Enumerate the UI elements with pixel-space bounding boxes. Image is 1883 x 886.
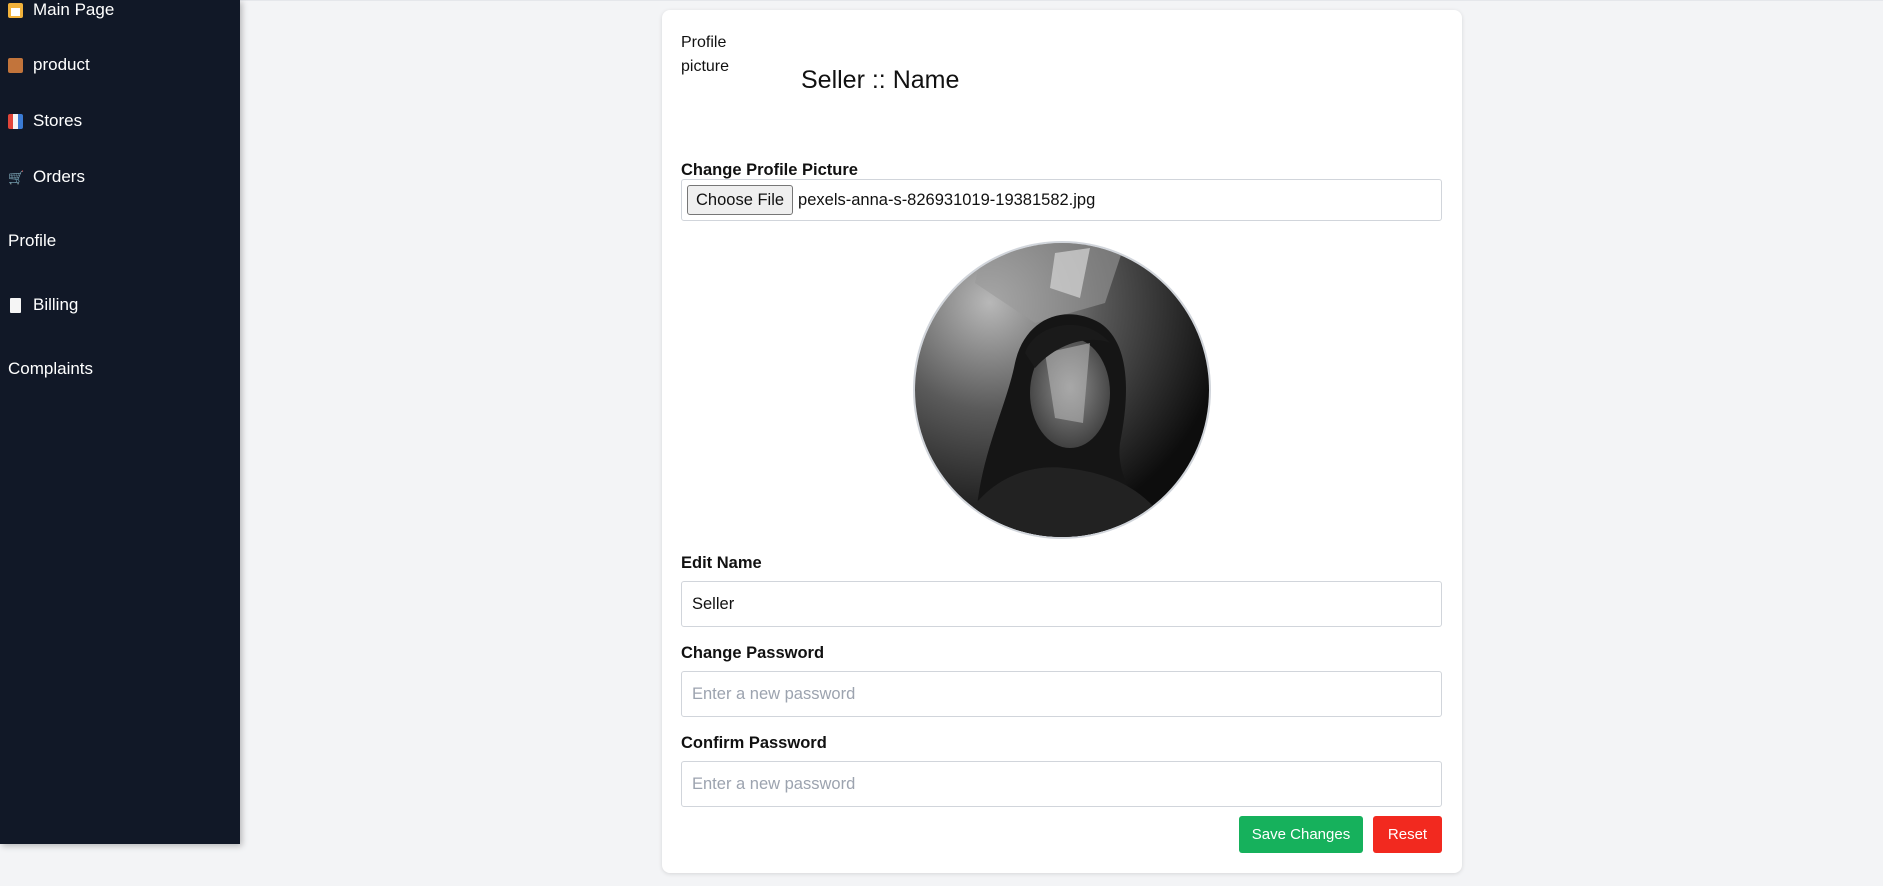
save-changes-button[interactable]: Save Changes: [1239, 816, 1363, 853]
profile-card: Profile picture Seller :: Name Change Pr…: [662, 10, 1462, 873]
portrait-photo: [915, 243, 1209, 537]
choose-file-button[interactable]: Choose File: [687, 185, 794, 215]
top-divider: [0, 0, 1883, 1]
sidebar-item-label: Stores: [33, 111, 83, 130]
sidebar-item-billing[interactable]: Billing: [8, 295, 78, 315]
page-title: Seller :: Name: [801, 66, 960, 94]
reset-button[interactable]: Reset: [1373, 816, 1442, 853]
store-icon: [8, 113, 23, 129]
confirm-password-label: Confirm Password: [681, 734, 827, 752]
sidebar-item-label: Complaints: [8, 359, 94, 378]
sidebar-item-stores[interactable]: Stores: [8, 111, 82, 131]
sidebar-item-label: product: [33, 55, 90, 74]
sidebar-item-label: Orders: [33, 167, 85, 186]
name-input[interactable]: [681, 581, 1442, 627]
sidebar-item-profile[interactable]: Profile: [8, 231, 56, 251]
cart-icon: 🛒: [8, 169, 25, 185]
selected-file-name: pexels-anna-s-826931019-19381582.jpg: [798, 190, 1096, 209]
sidebar-item-orders[interactable]: 🛒 Orders: [8, 167, 85, 187]
bill-icon: [10, 297, 21, 313]
new-password-input[interactable]: [681, 671, 1442, 717]
home-icon: [8, 2, 23, 18]
change-password-label: Change Password: [681, 644, 825, 662]
broken-image-alt-text: Profile picture: [681, 34, 730, 75]
sidebar-item-main-page[interactable]: Main Page: [8, 0, 114, 20]
box-icon: [8, 57, 23, 73]
file-input[interactable]: Choose File pexels-anna-s-826931019-1938…: [681, 179, 1442, 221]
profile-picture-thumbnail: Profile picture: [681, 31, 761, 91]
sidebar-item-complaints[interactable]: Complaints: [8, 359, 93, 379]
sidebar-item-label: Billing: [33, 295, 79, 314]
sidebar-item-label: Profile: [8, 231, 57, 250]
change-picture-label: Change Profile Picture: [681, 161, 858, 179]
confirm-password-input[interactable]: [681, 761, 1442, 807]
sidebar-item-product[interactable]: product: [8, 55, 90, 75]
edit-name-label: Edit Name: [681, 554, 762, 572]
sidebar-item-label: Main Page: [33, 0, 115, 19]
sidebar: Main Page product Stores 🛒 Orders Profil…: [0, 0, 240, 844]
avatar-preview: [913, 241, 1211, 539]
